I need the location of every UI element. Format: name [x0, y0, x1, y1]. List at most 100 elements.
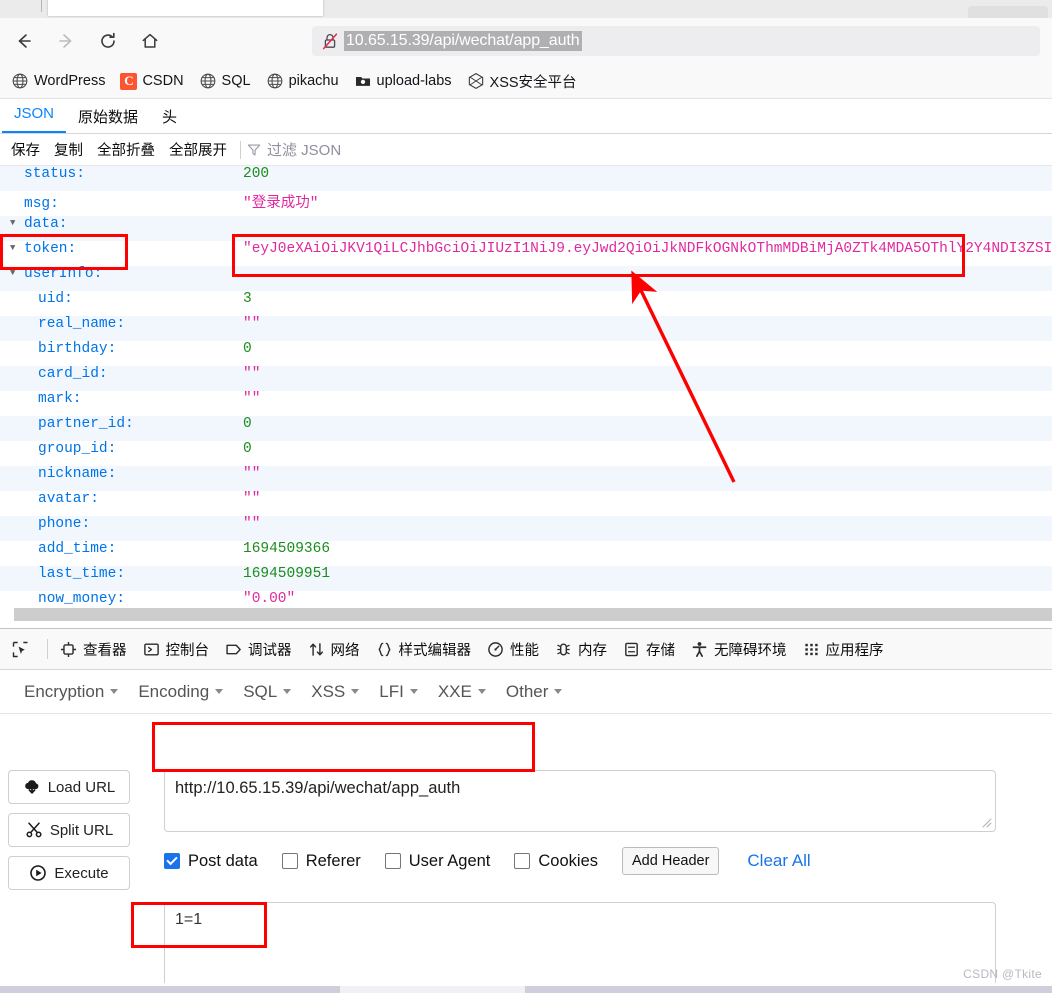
load-url-button[interactable]: Load URL — [8, 770, 130, 804]
json-row[interactable]: group_id:0 — [0, 441, 1052, 466]
resize-grip-icon[interactable] — [980, 816, 992, 828]
tab-raw-data[interactable]: 原始数据 — [66, 99, 150, 133]
json-row[interactable]: nickname:"" — [0, 466, 1052, 491]
json-key-label: add_time: — [38, 541, 116, 557]
tab-headers[interactable]: 头 — [150, 99, 189, 133]
devtools-tab-label: 查看器 — [83, 639, 127, 660]
json-key-label: userInfo: — [24, 266, 102, 282]
hackbar-menu-other[interactable]: Other — [496, 682, 573, 702]
forward-button[interactable] — [48, 25, 84, 57]
chevron-down-icon[interactable]: ▼ — [10, 218, 20, 228]
save-button[interactable]: 保存 — [4, 139, 47, 160]
json-row[interactable]: phone:"" — [0, 516, 1052, 541]
devtools-tab-performance[interactable]: 性能 — [479, 629, 547, 669]
json-row[interactable]: uid:3 — [0, 291, 1052, 316]
json-row[interactable]: partner_id:0 — [0, 416, 1052, 441]
address-bar-url[interactable]: 10.65.15.39/api/wechat/app_auth — [344, 31, 582, 51]
json-key-label: now_money: — [38, 591, 125, 607]
devtools-tab-memory[interactable]: 内存 — [547, 629, 615, 669]
devtools-tab-console[interactable]: 控制台 — [135, 629, 218, 669]
tab-json[interactable]: JSON — [2, 96, 66, 133]
address-bar[interactable]: 10.65.15.39/api/wechat/app_auth — [312, 26, 1040, 56]
json-row[interactable]: ▼data: — [0, 216, 1052, 241]
browser-tab-active[interactable] — [48, 0, 323, 16]
devtools-tab-accessibility[interactable]: 无障碍环境 — [683, 629, 795, 669]
menu-label: XSS — [311, 682, 345, 702]
home-button[interactable] — [132, 25, 168, 57]
hackbar-menu-xxe[interactable]: XXE — [428, 682, 496, 702]
bookmark-csdn[interactable]: C CSDN — [113, 69, 190, 93]
json-filter-input[interactable]: 过滤 JSON — [247, 139, 341, 160]
bookmark-label: SQL — [222, 73, 251, 89]
broken-lock-icon[interactable] — [320, 31, 340, 51]
expand-all-button[interactable]: 全部展开 — [162, 139, 234, 160]
scrollbar-thumb[interactable] — [340, 986, 525, 993]
split-url-button[interactable]: Split URL — [8, 813, 130, 847]
menu-label: Encryption — [24, 682, 104, 702]
devtools-tab-label: 存储 — [646, 639, 675, 660]
cloud-download-icon — [23, 778, 41, 796]
hackbar-post-data-input[interactable]: 1=1 — [164, 902, 996, 988]
menu-label: Other — [506, 682, 549, 702]
json-row[interactable]: real_name:"" — [0, 316, 1052, 341]
json-row[interactable]: avatar:"" — [0, 491, 1052, 516]
toolbar-divider — [240, 141, 241, 159]
checkbox[interactable] — [282, 853, 298, 869]
hackbar-menu-sql[interactable]: SQL — [233, 682, 301, 702]
json-row[interactable]: last_time:1694509951 — [0, 566, 1052, 591]
devtools-tab-storage[interactable]: 存储 — [615, 629, 683, 669]
hackbar-menu-xss[interactable]: XSS — [301, 682, 369, 702]
bookmark-sql[interactable]: SQL — [192, 69, 258, 93]
devtools-tab-label: 样式编辑器 — [399, 639, 472, 660]
element-picker-button[interactable] — [4, 629, 43, 669]
json-row[interactable]: msg:"登录成功" — [0, 191, 1052, 216]
bookmark-pikachu[interactable]: pikachu — [259, 69, 346, 93]
bookmark-xss-platform[interactable]: XSS安全平台 — [460, 69, 584, 93]
devtools-toolbar: 查看器 控制台 调试器 网络 样式 — [0, 628, 1052, 670]
json-row[interactable]: status:200 — [0, 166, 1052, 191]
hackbar-horizontal-scrollbar[interactable] — [0, 983, 1052, 993]
checkbox[interactable] — [514, 853, 530, 869]
execute-button[interactable]: Execute — [8, 856, 130, 890]
devtools-tab-network[interactable]: 网络 — [300, 629, 368, 669]
option-referer[interactable]: Referer — [282, 852, 361, 871]
chevron-down-icon[interactable]: ▼ — [10, 243, 20, 253]
clear-all-link[interactable]: Clear All — [747, 851, 810, 871]
option-user-agent[interactable]: User Agent — [385, 852, 491, 871]
funnel-icon — [247, 143, 261, 157]
option-post-data[interactable]: Post data — [164, 852, 258, 871]
copy-button[interactable]: 复制 — [47, 139, 90, 160]
json-value: 200 — [243, 166, 269, 182]
globe-icon — [199, 72, 217, 90]
devtools-tab-style-editor[interactable]: 样式编辑器 — [368, 629, 480, 669]
json-row[interactable]: card_id:"" — [0, 366, 1052, 391]
watermark: CSDN @Tkite — [963, 967, 1042, 981]
json-row[interactable]: birthday:0 — [0, 341, 1052, 366]
hackbar-menu-encryption[interactable]: Encryption — [14, 682, 128, 702]
browser-navigation-toolbar: 10.65.15.39/api/wechat/app_auth — [0, 18, 1052, 64]
hackbar-menu-encoding[interactable]: Encoding — [128, 682, 233, 702]
json-horizontal-scrollbar[interactable] — [14, 608, 1052, 621]
json-row[interactable]: ▼ userInfo: — [0, 266, 1052, 291]
devtools-tab-application[interactable]: 应用程序 — [795, 629, 892, 669]
json-row-key: partner_id: — [0, 416, 243, 432]
json-row[interactable]: add_time:1694509366 — [0, 541, 1052, 566]
collapse-all-button[interactable]: 全部折叠 — [90, 139, 162, 160]
chevron-down-icon[interactable]: ▼ — [10, 268, 20, 278]
add-header-button[interactable]: Add Header — [622, 847, 719, 875]
option-cookies[interactable]: Cookies — [514, 852, 598, 871]
hackbar-menu-lfi[interactable]: LFI — [369, 682, 428, 702]
devtools-tab-debugger[interactable]: 调试器 — [217, 629, 300, 669]
json-row[interactable]: ▼token:"eyJ0eXAiOiJKV1QiLCJhbGciOiJIUzI1… — [0, 241, 1052, 266]
chevron-down-icon — [283, 689, 291, 694]
hackbar-url-input[interactable]: http://10.65.15.39/api/wechat/app_auth — [164, 770, 996, 832]
json-row[interactable]: mark:"" — [0, 391, 1052, 416]
reload-button[interactable] — [90, 25, 126, 57]
checkbox[interactable] — [164, 853, 180, 869]
back-button[interactable] — [6, 25, 42, 57]
bookmark-upload-labs[interactable]: upload-labs — [347, 69, 459, 93]
checkbox[interactable] — [385, 853, 401, 869]
play-circle-icon — [29, 864, 47, 882]
devtools-tab-inspector[interactable]: 查看器 — [52, 629, 135, 669]
bookmark-wordpress[interactable]: WordPress — [4, 69, 112, 93]
